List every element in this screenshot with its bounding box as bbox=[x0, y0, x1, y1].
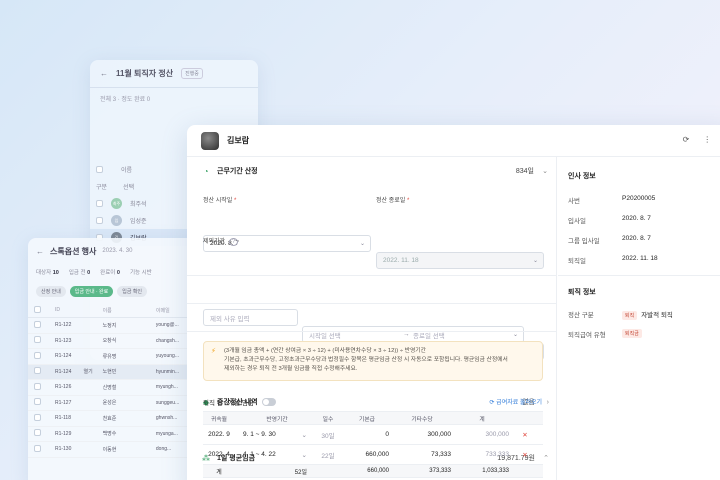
back-arrow-icon[interactable]: ← bbox=[36, 247, 44, 256]
info-sidebar: 인사 정보 사번 P20200005 입사일 2020. 8. 7 그룹 입사일 20… bbox=[558, 157, 720, 480]
refresh-icon: ⟳ bbox=[489, 400, 495, 406]
retire-info-title: 퇴직 정보 bbox=[568, 289, 596, 296]
chevron-down-icon: ⌄ bbox=[512, 332, 518, 338]
pre-retirement-wage-title: 퇴직 전 3개월 임금 bbox=[203, 400, 254, 407]
table-row[interactable]: R1-126 신명철 myungh... bbox=[28, 380, 200, 396]
chevron-right-icon[interactable]: › bbox=[547, 399, 549, 406]
chevron-down-icon[interactable]: ⌄ bbox=[542, 167, 548, 175]
end-date-label: 정산 종료일 * bbox=[376, 198, 410, 204]
start-date-label: 정산 시작일 * bbox=[203, 198, 237, 204]
table-header: ID 이름 이메일 bbox=[28, 303, 200, 318]
range-select[interactable]: 9. 1 ~ 9. 30 ⌄ bbox=[235, 431, 311, 439]
filter-chips: 산정 안내 입금 안내 · 완료 입금 확인 bbox=[28, 280, 200, 303]
panel-header: 김보람 ⟳ ⋮ ✕ bbox=[187, 125, 720, 157]
chevron-down-icon: ⌄ bbox=[359, 241, 365, 247]
chevron-down-icon: ⌄ bbox=[532, 258, 538, 264]
chip-calc-guide[interactable]: 산정 안내 bbox=[36, 286, 66, 297]
retire-type-value: 자발적 퇴직 bbox=[641, 312, 673, 319]
hr-info-title: 인사 정보 bbox=[568, 173, 596, 180]
delete-row-icon[interactable]: ✕ bbox=[513, 431, 537, 439]
stock-option-date: 2023. 4. 30 bbox=[102, 248, 133, 254]
table-row[interactable]: R1-130 이동현 dong... bbox=[28, 442, 200, 458]
batch-summary: 전체 3 · 정도 완료 0 bbox=[100, 97, 151, 103]
back-arrow-icon[interactable]: ← bbox=[100, 69, 108, 78]
employee-settlement-panel: 김보람 ⟳ ⋮ ✕ ◔ 근무기간 산정 834일 ⌄ 정산 시작일 * 2020… bbox=[187, 125, 720, 480]
employee-name: 김보람 bbox=[227, 136, 250, 145]
avatar: 임 bbox=[111, 215, 122, 226]
stats-bar: 대상자 10 입금 전 0 완료이 0 기능 시반 bbox=[36, 270, 152, 276]
chip-payment-done[interactable]: 입금 안내 · 완료 bbox=[69, 286, 114, 297]
chevron-up-icon[interactable]: ⌃ bbox=[543, 454, 549, 462]
delete-row-icon[interactable]: ✕ bbox=[513, 451, 537, 459]
base-pay-input[interactable]: 0 bbox=[345, 431, 393, 438]
table-header: 귀속월 반영기간 일수 기본급 기타수당 계 bbox=[203, 411, 543, 425]
exclusion-reason-input[interactable]: 제외 사유 입력 bbox=[203, 309, 298, 326]
table-row[interactable]: R1-123 오창식 changsh... bbox=[28, 334, 200, 349]
help-icon[interactable]: ? bbox=[229, 238, 239, 246]
base-pay-input[interactable]: 660,000 bbox=[345, 451, 393, 458]
table-row[interactable]: R1-127 윤성은 sunggeu... bbox=[28, 396, 200, 411]
table-row[interactable]: R1-118 천효준 ghwnsh... bbox=[28, 411, 200, 427]
stock-option-title: 스톡옵션 행사 bbox=[50, 246, 97, 256]
refresh-icon[interactable]: ⟳ bbox=[683, 135, 690, 144]
batch-title: 11월 퇴직자 정산 bbox=[116, 69, 174, 78]
table-row: 2022. 4 4. 1 ~ 4. 22 ⌄ 22일 660,000 73,333… bbox=[203, 445, 543, 465]
table-total-row: 계 52일 660,000 373,333 1,033,333 bbox=[203, 465, 543, 478]
avatar bbox=[201, 131, 219, 150]
end-date-select: 2022. 11. 18 ⌄ bbox=[376, 252, 544, 269]
load-payroll-button[interactable]: ⟳ 급여자료 불러오기 bbox=[489, 397, 542, 406]
work-days-value: 834일 bbox=[515, 168, 534, 175]
avatar: 최주 bbox=[111, 198, 122, 209]
pie-icon: ◔ bbox=[203, 166, 209, 176]
exclusion-label: 제외기간 bbox=[203, 239, 226, 245]
range-select[interactable]: 4. 1 ~ 4. 22 ⌄ bbox=[235, 451, 311, 459]
chip-payment-check[interactable]: 입금 확인 bbox=[117, 286, 148, 297]
table-row[interactable]: R1-129 백명수 myunga... bbox=[28, 427, 200, 442]
wage-table: 귀속월 반영기간 일수 기본급 기타수당 계 2022. 9 9. 1 ~ 9.… bbox=[203, 411, 543, 478]
background-window-stock-option: ← 스톡옵션 행사 2023. 4. 30 대상자 10 입금 전 0 완료이 … bbox=[28, 238, 200, 480]
table-row[interactable]: R1-124 류유명 yuyoung... bbox=[28, 349, 200, 365]
select-all-checkbox[interactable] bbox=[96, 166, 103, 173]
interim-toggle[interactable] bbox=[261, 398, 276, 406]
other-pay-input[interactable]: 73,333 bbox=[393, 451, 455, 458]
formula-notice: ⚡ (3개월 임금 총액 + (연간 상여금 × 3 ÷ 12) + (미사용연… bbox=[203, 341, 543, 381]
table-row[interactable]: R1-124 열기 노현민 hyunmin... bbox=[28, 364, 200, 380]
table-row: 2022. 9 9. 1 ~ 9. 30 ⌄ 30일 0 300,000 300,… bbox=[203, 425, 543, 445]
settlement-form: ◔ 근무기간 산정 834일 ⌄ 정산 시작일 * 2020. 8. 7 ⌄ 정… bbox=[187, 157, 557, 480]
other-pay-input[interactable]: 300,000 bbox=[393, 431, 455, 438]
arrow-right-icon: → bbox=[403, 331, 410, 338]
section-work-period[interactable]: ◔ 근무기간 산정 834일 ⌄ bbox=[187, 157, 556, 185]
table-row[interactable]: R1-122 노정지 young@... bbox=[28, 318, 200, 334]
status-badge: 진행중 bbox=[181, 68, 203, 79]
lightning-icon: ⚡ bbox=[211, 348, 216, 355]
more-icon[interactable]: ⋮ bbox=[703, 135, 711, 144]
